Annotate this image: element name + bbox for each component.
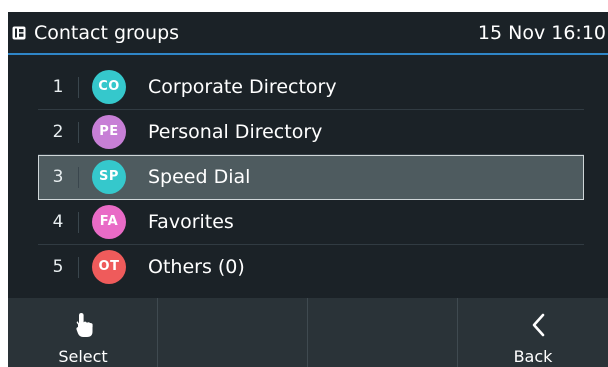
index-separator [78,257,79,278]
row-index: 5 [52,257,64,277]
contacts-book-icon [12,26,26,40]
empty-softkey-2[interactable] [158,298,308,367]
page-title: Contact groups [34,22,180,44]
group-row-favorites[interactable]: 4 FA Favorites [38,200,584,245]
group-name: Personal Directory [148,121,323,143]
group-row-speed-dial[interactable]: 3 SP Speed Dial [38,155,584,200]
chevron-left-icon [532,313,545,337]
group-name: Others (0) [148,256,245,278]
hand-pointer-icon [76,313,93,337]
row-index: 2 [52,122,64,142]
softkey-bar: Select Back [8,298,608,367]
index-separator [78,212,79,233]
group-avatar: OT [92,250,126,284]
group-avatar: PE [92,115,126,149]
group-name: Corporate Directory [148,76,337,98]
select-softkey[interactable]: Select [8,298,158,367]
row-index: 3 [52,167,64,187]
date-time: 15 Nov 16:10 [477,22,606,44]
group-avatar: SP [92,160,126,194]
empty-softkey-3[interactable] [308,298,458,367]
header-bar: Contact groups 15 Nov 16:10 [8,12,608,55]
group-row-others[interactable]: 5 OT Others (0) [38,245,584,290]
group-row-personal-directory[interactable]: 2 PE Personal Directory [38,110,584,155]
group-name: Favorites [148,211,234,233]
row-index: 4 [52,212,64,232]
index-separator [78,167,79,188]
group-row-corporate-directory[interactable]: 1 CO Corporate Directory [38,65,584,110]
group-avatar: FA [92,205,126,239]
row-index: 1 [52,77,64,97]
back-softkey[interactable]: Back [458,298,608,367]
index-separator [78,122,79,143]
softkey-label: Back [513,347,553,366]
group-name: Speed Dial [148,166,251,188]
phone-screen: Contact groups 15 Nov 16:10 1 CO Corpora… [8,12,608,367]
softkey-label: Select [58,347,108,366]
index-separator [78,77,79,98]
group-avatar: CO [92,70,126,104]
